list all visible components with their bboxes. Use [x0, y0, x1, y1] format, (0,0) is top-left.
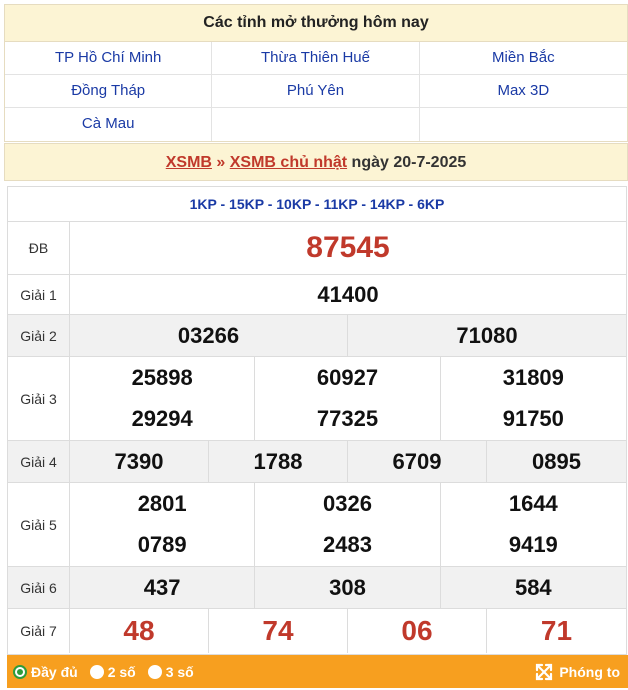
- zoom-label: Phóng to: [559, 663, 620, 680]
- radio-selected-icon[interactable]: [13, 664, 27, 679]
- prize-row-g5: Giải 5 2801 0326 1644 0789 2483 9419: [8, 483, 626, 567]
- prize-number: 31809: [502, 364, 564, 390]
- prize-number: 0789: [70, 524, 256, 566]
- results-table: 1KP - 15KP - 10KP - 11KP - 14KP - 6KP ĐB…: [7, 186, 627, 655]
- prize-label: Giải 2: [8, 315, 70, 356]
- provinces-row: Cà Mau: [5, 108, 627, 141]
- prize-number: 74: [209, 609, 348, 653]
- radio-icon[interactable]: [147, 664, 162, 679]
- zoom-button[interactable]: Phóng to: [535, 663, 620, 681]
- radio-icon[interactable]: [89, 664, 104, 679]
- prize-label: Giải 1: [8, 275, 70, 314]
- prize-label: ĐB: [8, 222, 70, 274]
- prize-row-g7: Giải 7 48 74 06 71: [8, 609, 626, 653]
- prize-number: 1788: [209, 441, 348, 482]
- province-link-max3d[interactable]: Max 3D: [420, 75, 627, 107]
- results-title: XSMB » XSMB chủ nhật ngày 20-7-2025: [4, 143, 628, 181]
- province-link-hue[interactable]: Thừa Thiên Huế: [212, 42, 420, 74]
- prize-number: 6709: [348, 441, 487, 482]
- provinces-heading: Các tỉnh mở thưởng hôm nay: [5, 5, 627, 42]
- province-link-dong-thap[interactable]: Đồng Tháp: [5, 75, 213, 107]
- province-link-hcm[interactable]: TP Hồ Chí Minh: [5, 42, 213, 74]
- prize-row-g2: Giải 2 03266 71080: [8, 315, 626, 357]
- prize-label: Giải 6: [8, 567, 70, 608]
- prize-number: 91750: [502, 406, 564, 432]
- xsmb-sunday-link[interactable]: XSMB chủ nhật: [230, 154, 347, 171]
- prize-number: 06: [348, 609, 487, 653]
- xsmb-link[interactable]: XSMB: [166, 154, 212, 171]
- prize-number: 77325: [255, 398, 441, 440]
- expand-arrows-icon: [536, 663, 553, 680]
- special-prize-number: 87545: [306, 231, 390, 264]
- prize-number: 9419: [508, 532, 558, 558]
- prize-number: 03266: [70, 315, 348, 356]
- option-label: Đầy đủ: [31, 663, 78, 680]
- prize-number: 2801: [70, 483, 256, 525]
- prize-number: 25898: [70, 357, 256, 399]
- prize-row-db: ĐB 87545: [8, 222, 626, 275]
- prize-number: 48: [70, 609, 209, 653]
- prize-label: Giải 4: [8, 441, 70, 482]
- prize-label: Giải 7: [8, 609, 70, 653]
- prize-number: 2483: [255, 524, 441, 566]
- province-empty-cell: [212, 108, 420, 141]
- prize-label: Giải 5: [8, 483, 70, 566]
- prize-row-g3: Giải 3 25898 60927 31809 29294 77325 917…: [8, 357, 626, 441]
- prize-number: 308: [255, 567, 441, 608]
- prize-number: 0895: [532, 448, 581, 474]
- prize-row-g4: Giải 4 7390 1788 6709 0895: [8, 441, 626, 483]
- option-label: 2 số: [107, 663, 136, 680]
- prize-number: 1644: [508, 490, 558, 516]
- prize-number: 584: [514, 574, 552, 600]
- prize-number: 437: [70, 567, 256, 608]
- provinces-row: TP Hồ Chí Minh Thừa Thiên Huế Miền Bắc: [5, 42, 627, 75]
- prize-number: 41400: [317, 281, 379, 307]
- province-link-mien-bac[interactable]: Miền Bắc: [420, 42, 627, 74]
- province-empty-cell: [420, 108, 627, 141]
- special-codes: 1KP - 15KP - 10KP - 11KP - 14KP - 6KP: [8, 187, 626, 222]
- prize-row-g1: Giải 1 41400: [8, 275, 626, 315]
- option-full[interactable]: Đầy đủ: [13, 664, 78, 680]
- display-options-bar: Đầy đủ 2 số 3 số Phóng to: [7, 655, 628, 688]
- prize-number: 29294: [70, 398, 256, 440]
- option-2-digits[interactable]: 2 số: [89, 663, 136, 680]
- option-label: 3 số: [165, 663, 194, 680]
- results-date: ngày 20-7-2025: [347, 154, 467, 171]
- prize-number: 60927: [255, 357, 441, 399]
- breadcrumb-separator: »: [211, 154, 230, 171]
- prize-number: 7390: [70, 441, 209, 482]
- prize-number: 0326: [255, 483, 441, 525]
- province-link-phu-yen[interactable]: Phú Yên: [212, 75, 420, 107]
- provinces-row: Đồng Tháp Phú Yên Max 3D: [5, 75, 627, 108]
- option-3-digits[interactable]: 3 số: [147, 663, 194, 680]
- prize-number: 71: [540, 615, 573, 646]
- prize-label: Giải 3: [8, 357, 70, 440]
- prize-row-g6: Giải 6 437 308 584: [8, 567, 626, 609]
- provinces-panel: Các tỉnh mở thưởng hôm nay TP Hồ Chí Min…: [4, 4, 628, 142]
- prize-number: 71080: [456, 322, 518, 348]
- province-link-ca-mau[interactable]: Cà Mau: [5, 108, 213, 141]
